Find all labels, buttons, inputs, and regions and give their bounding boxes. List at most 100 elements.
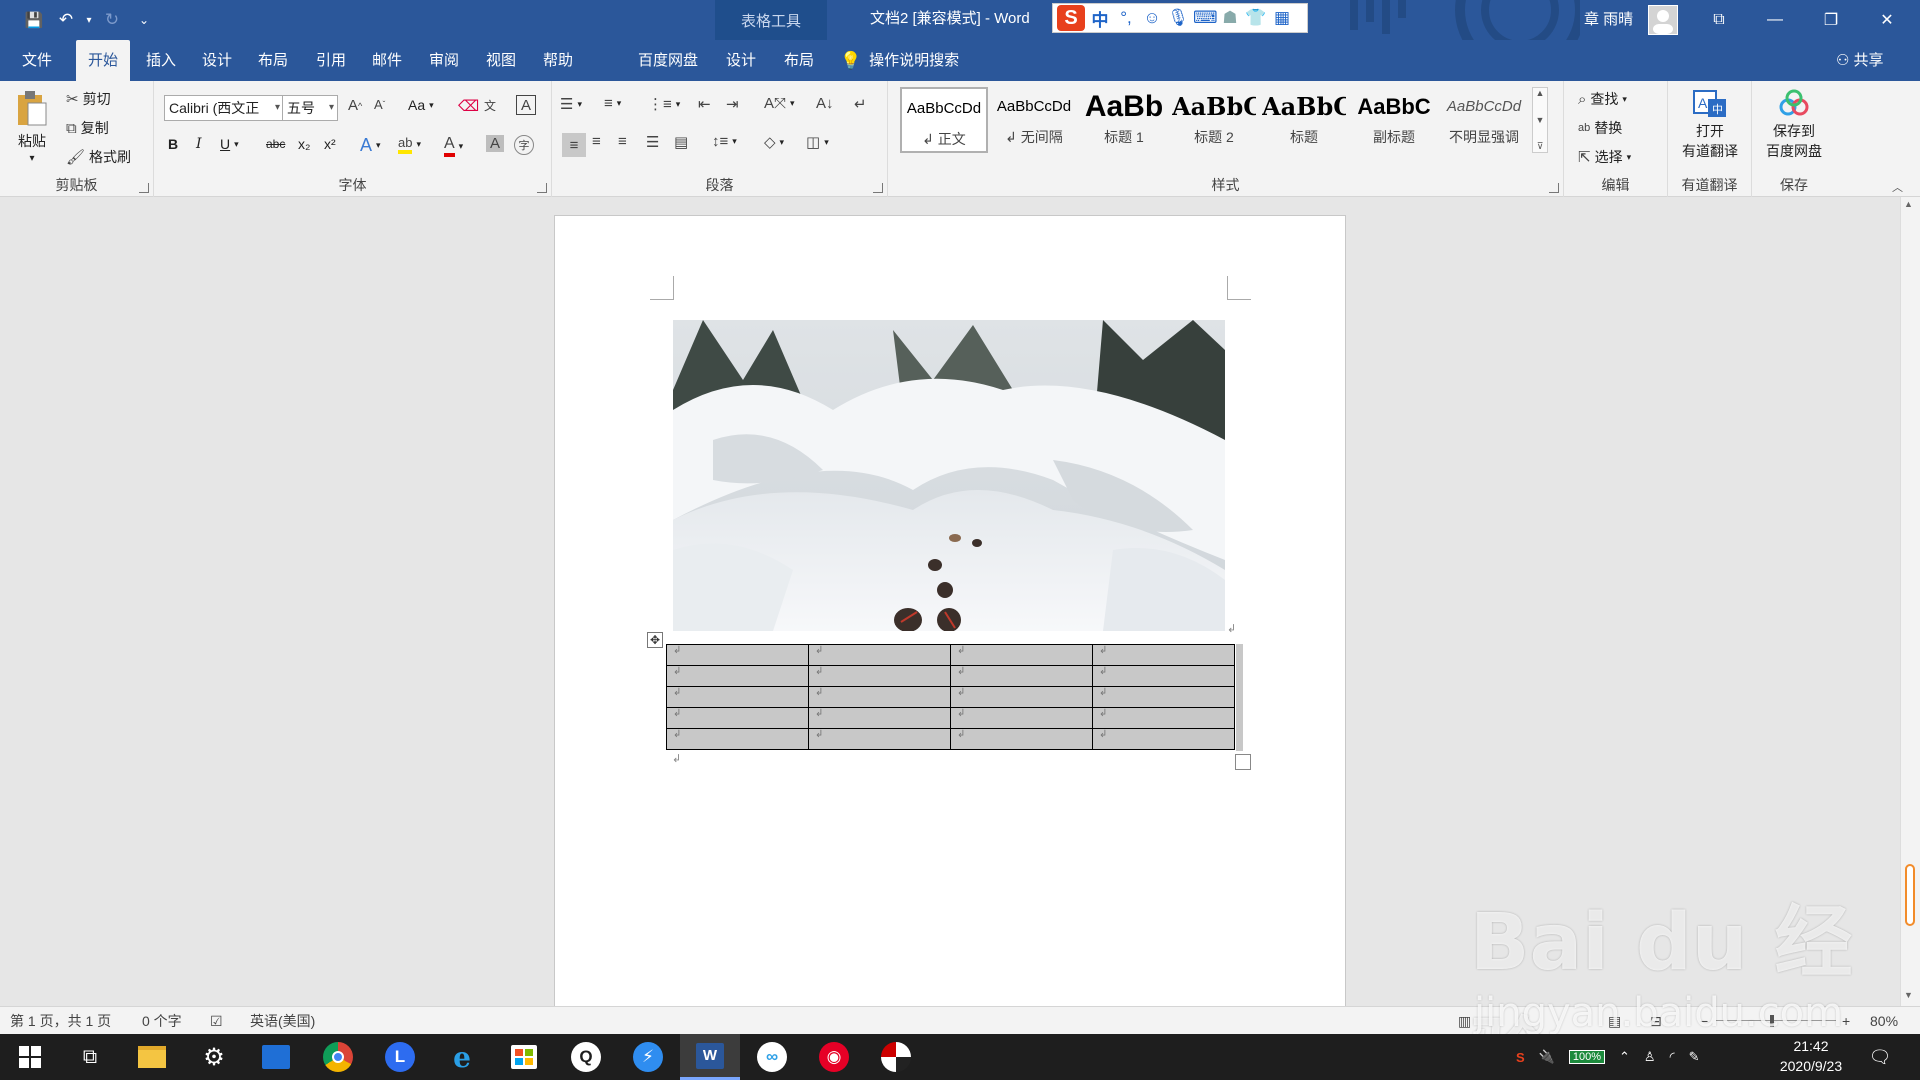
align-left-button[interactable]: ≡ [562,133,586,157]
justify-button[interactable]: ☰ [646,133,659,151]
table-cell[interactable]: ↲ [666,665,809,687]
tab-review[interactable]: 审阅 [419,40,469,81]
gallery-down-icon[interactable]: ▼ [1536,115,1545,125]
clipboard-launcher-icon[interactable] [139,183,149,193]
tab-view[interactable]: 视图 [476,40,526,81]
format-painter-button[interactable]: 🖌 格式刷 [66,147,131,167]
share-button[interactable]: ⚇ 共享 [1836,40,1906,81]
close-button[interactable]: ✕ [1864,0,1910,40]
strikethrough-button[interactable]: abc [266,137,285,151]
font-launcher-icon[interactable] [537,183,547,193]
copy-button[interactable]: ⧉ 复制 [66,118,109,138]
table-cell[interactable]: ↲ [666,644,809,666]
collapse-ribbon-icon[interactable]: ︿ [1892,179,1903,195]
distributed-button[interactable]: ▤ [674,133,688,151]
ime-mode-chinese[interactable]: 中 [1089,6,1111,31]
netease-music-icon[interactable]: ◉ [804,1034,864,1080]
find-button[interactable]: ⌕ 查找 ▾ [1578,89,1627,109]
baidu-netdisk-icon[interactable]: ∞ [742,1034,802,1080]
tab-layout[interactable]: 布局 [248,40,298,81]
tab-insert[interactable]: 插入 [136,40,186,81]
photos-icon[interactable] [246,1034,306,1080]
sogou-tray-icon[interactable]: S [1516,1050,1525,1065]
grid-icon[interactable]: ▦ [1271,8,1293,28]
style-subtle-emphasis[interactable]: AaBbCcDd 不明显强调 [1440,87,1528,153]
table-cell[interactable]: ↲ [666,686,809,708]
table-cell[interactable]: ↲ [1092,728,1235,750]
table-cell[interactable]: ↲ [950,644,1093,666]
tab-design[interactable]: 设计 [192,40,242,81]
tab-references[interactable]: 引用 [306,40,356,81]
table-cell[interactable]: ↲ [1092,644,1235,666]
replace-button[interactable]: ab 替换 [1578,118,1622,138]
table-cell[interactable]: ↲ [950,686,1093,708]
numbering-button[interactable]: ≡ ▾ [604,95,621,112]
user-name[interactable]: 章 雨晴 [1584,0,1633,40]
tab-baidu-netdisk[interactable]: 百度网盘 [628,40,708,81]
borders-button[interactable]: ◫ ▾ [806,133,829,151]
style-title[interactable]: AaBbC 标题 [1260,87,1348,153]
ime-punctuation-icon[interactable]: °, [1115,8,1137,28]
superscript-button[interactable]: x² [324,136,336,152]
style-heading-1[interactable]: AaBb 标题 1 [1080,87,1168,153]
ribbon-display-options-icon[interactable]: ⧉ [1696,0,1742,40]
increase-indent-button[interactable]: ⇥ [726,95,739,113]
minimize-button[interactable]: — [1752,0,1798,40]
character-border-button[interactable]: A [516,95,536,115]
snow-forest-photo[interactable] [673,320,1225,631]
table-cell[interactable]: ↲ [808,707,951,729]
shirt-icon[interactable]: 👕 [1245,8,1267,28]
file-explorer-icon[interactable] [122,1034,182,1080]
multilevel-list-button[interactable]: ⋮≡ ▾ [648,95,680,113]
character-shading-button[interactable]: A [486,135,504,152]
show-marks-button[interactable]: ↵ [854,95,867,113]
bullets-button[interactable]: ☰ ▾ [560,95,582,113]
italic-button[interactable]: I [196,136,202,152]
qq-icon[interactable]: ♙ [1644,1049,1656,1065]
page-count[interactable]: 第 1 页，共 1 页 [10,1007,111,1035]
font-size-combo[interactable]: 五号 ▾ [282,95,338,121]
tell-me-search[interactable]: 💡 操作说明搜索 [840,40,990,81]
lark-icon[interactable]: L [370,1034,430,1080]
paste-dropdown-icon[interactable]: ▾ [29,153,34,164]
feishu-icon[interactable]: ⚡ [618,1034,678,1080]
font-color-button[interactable]: A ▾ [444,135,463,157]
chrome-icon[interactable] [308,1034,368,1080]
table-cell[interactable]: ↲ [950,707,1093,729]
phonetic-guide-button[interactable]: 文 [484,97,496,114]
table-cell[interactable]: ↲ [808,665,951,687]
gallery-up-icon[interactable]: ▲ [1536,88,1545,98]
word-count[interactable]: 0 个字 [142,1007,182,1035]
media-icon[interactable] [866,1034,926,1080]
shading-button[interactable]: ◇ ▾ [764,133,784,151]
sort-button[interactable]: A↓ [816,95,834,112]
store-icon[interactable] [494,1034,554,1080]
bold-button[interactable]: B [168,136,178,152]
align-center-button[interactable]: ≡ [592,133,601,150]
task-view-icon[interactable]: ⧉ [60,1034,120,1080]
save-icon[interactable]: 💾 [18,0,50,40]
tab-home[interactable]: 开始 [76,40,130,81]
table-cell[interactable]: ↲ [666,728,809,750]
tab-table-design[interactable]: 设计 [716,40,766,81]
youdao-translate-button[interactable]: A中 打开 有道翻译 [1676,89,1744,161]
word-icon[interactable]: W [680,1034,740,1080]
cut-button[interactable]: ✂ 剪切 [66,89,111,109]
line-spacing-button[interactable]: ↕≡ ▾ [712,133,737,150]
table-move-handle-icon[interactable]: ✥ [647,632,663,648]
underline-button[interactable]: U ▾ [220,136,239,152]
table-cell[interactable]: ↲ [950,665,1093,687]
redo-icon[interactable]: ↻ [96,0,128,40]
font-name-combo[interactable]: Calibri (西文正 ▾ [164,95,284,121]
page[interactable]: ↲ ✥ ↲ ↲ ↲ ↲ ↲ ↲ ↲ ↲ ↲ ↲ ↲ ↲ ↲ ↲ ↲ ↲ ↲ ↲ ↲ ↲ ↲ [554,215,1346,1015]
text-effects-button[interactable]: A ▾ [360,135,381,156]
grow-font-button[interactable]: A ^ [348,97,362,114]
table-cell[interactable]: ↲ [808,728,951,750]
tab-file[interactable]: 文件 [8,40,66,81]
proofing-icon[interactable]: ☑ [210,1007,223,1035]
chevron-up-icon[interactable]: ⌃ [1619,1049,1630,1065]
clock[interactable]: 21:42 2020/9/23 [1766,1036,1856,1076]
mic-icon[interactable]: 🎙 [1167,8,1189,28]
highlight-button[interactable]: ab ▾ [398,135,421,154]
paragraph-launcher-icon[interactable] [873,183,883,193]
